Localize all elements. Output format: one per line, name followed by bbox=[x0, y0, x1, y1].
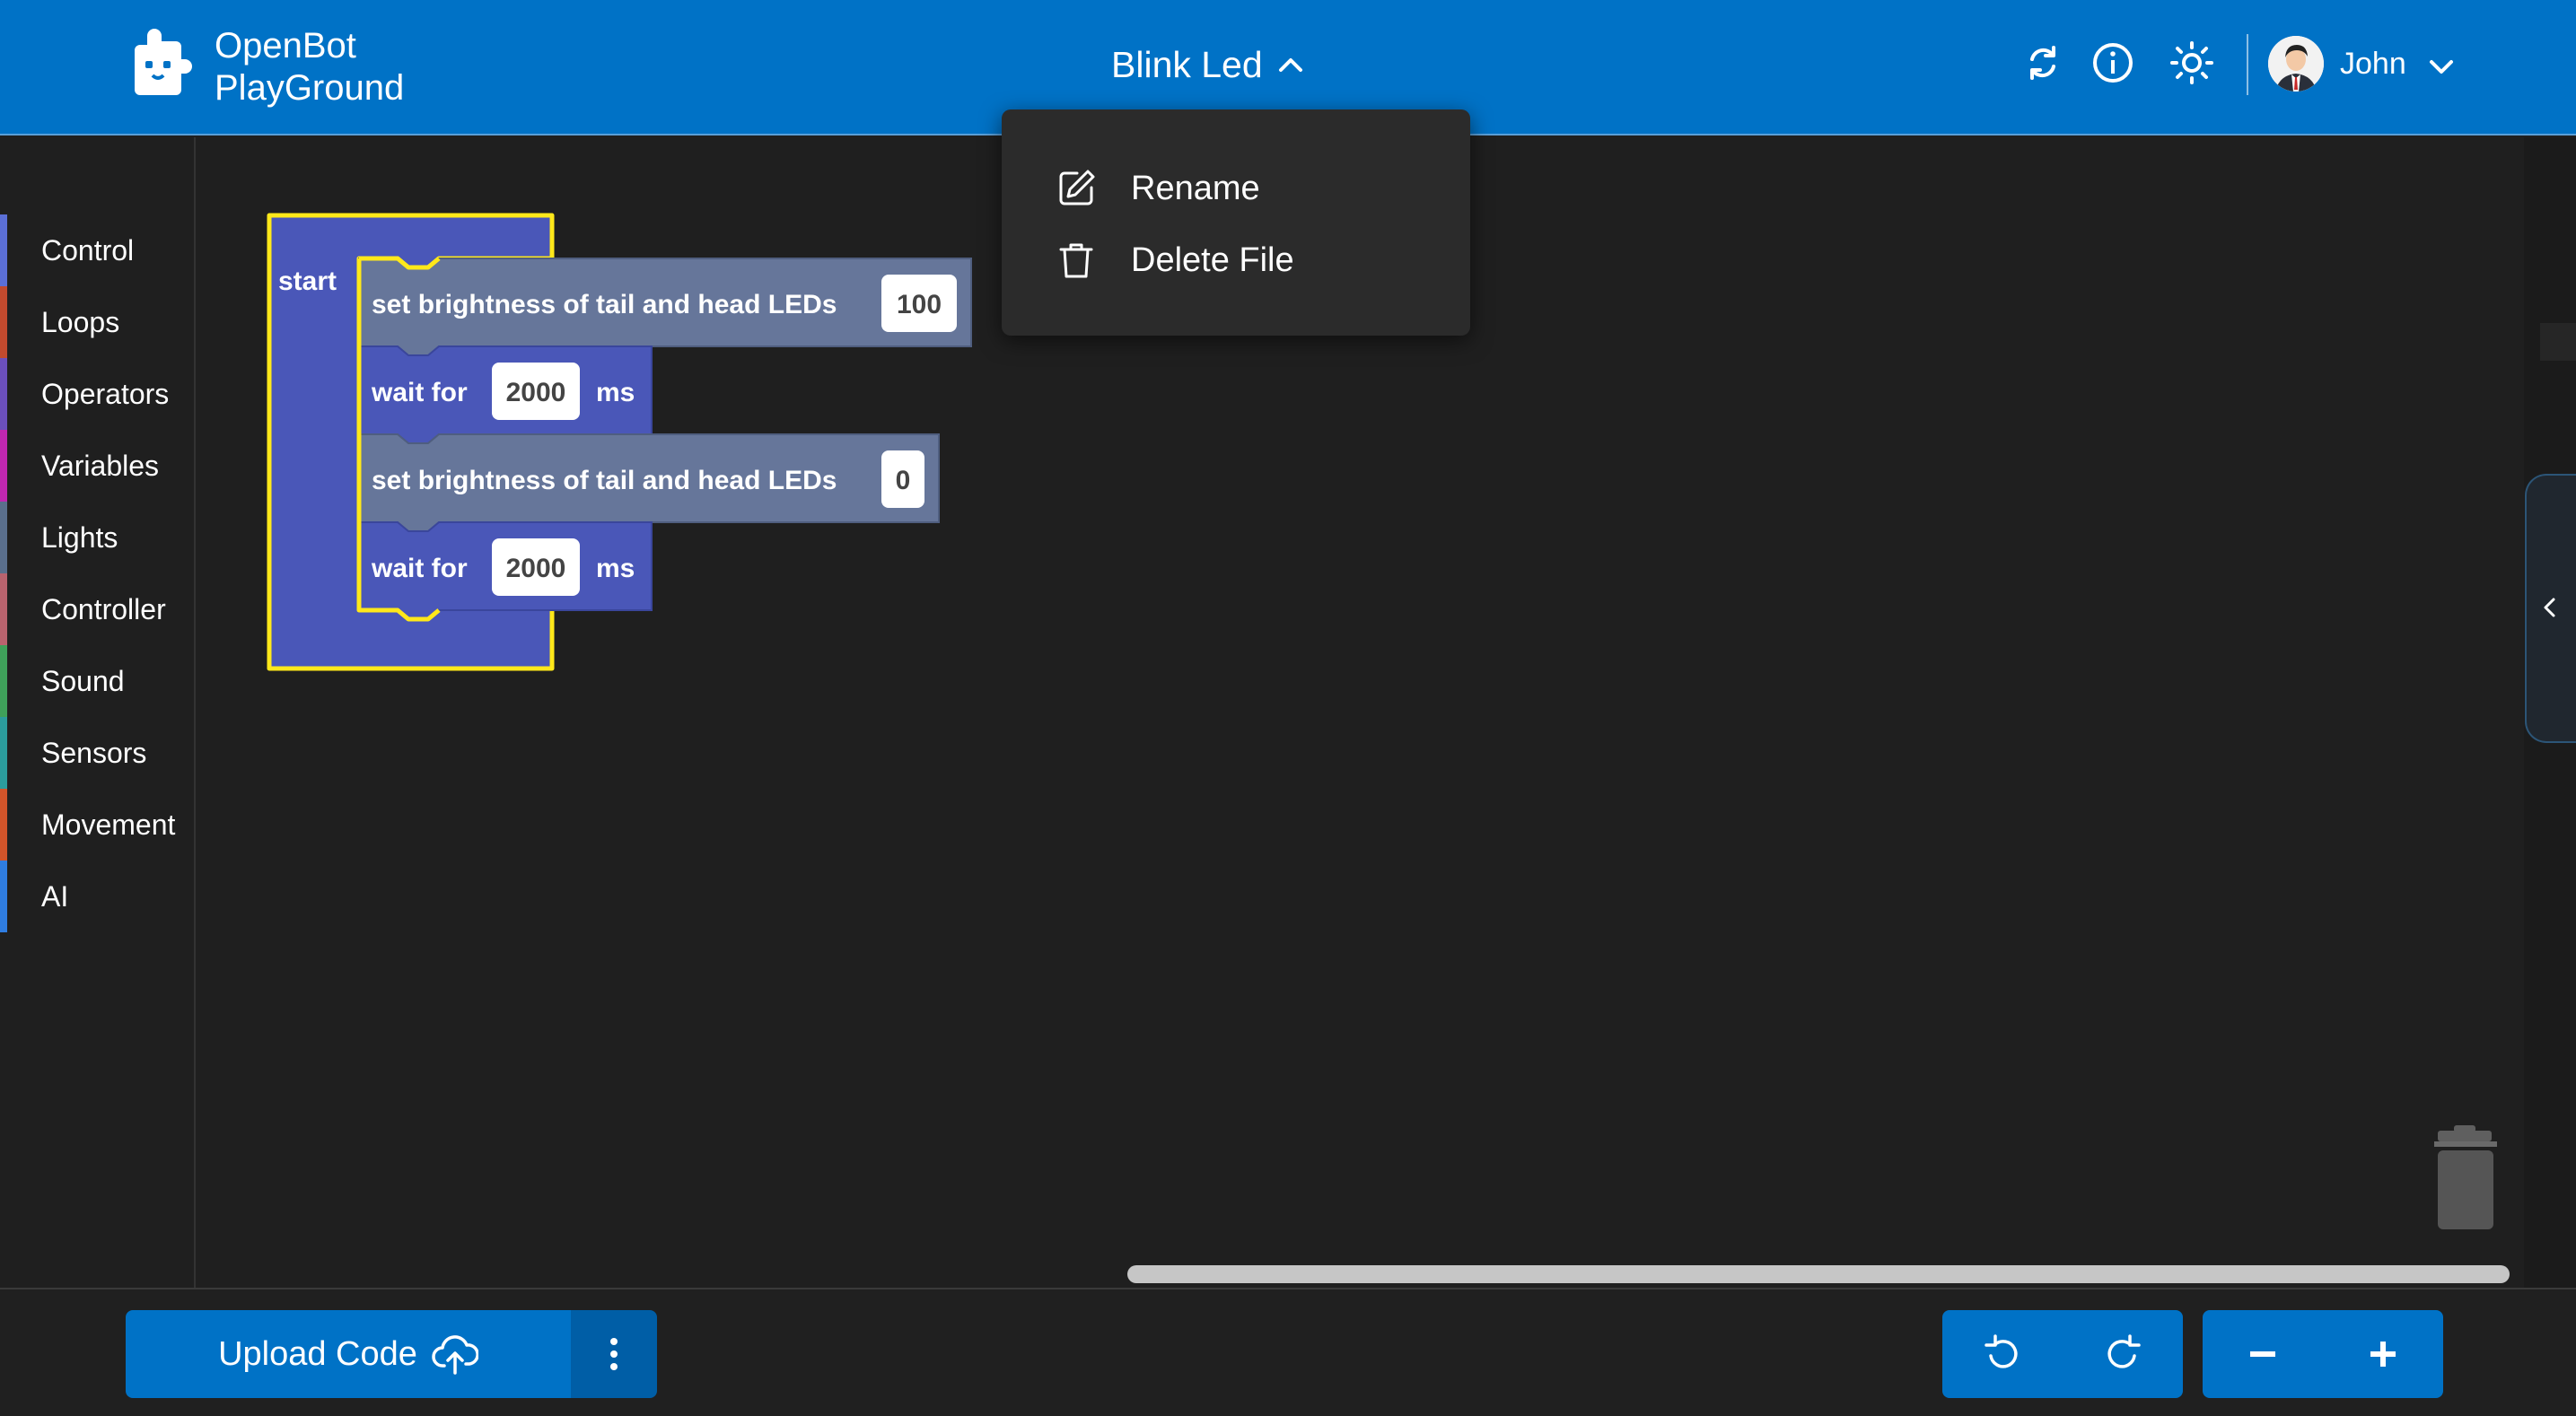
brand-line-2: PlayGround bbox=[215, 68, 405, 108]
wait-label: wait for bbox=[371, 554, 468, 583]
redo-icon bbox=[2107, 1334, 2141, 1368]
category-sensors[interactable]: Sensors bbox=[0, 717, 192, 789]
category-color-bar bbox=[0, 502, 7, 573]
theme-toggle-icon[interactable] bbox=[2169, 39, 2215, 86]
category-color-bar bbox=[0, 430, 7, 502]
info-icon[interactable] bbox=[2090, 39, 2136, 86]
chevron-left-icon bbox=[2544, 598, 2555, 617]
category-label: AI bbox=[41, 880, 69, 913]
sync-icon[interactable] bbox=[2020, 39, 2066, 86]
category-color-bar bbox=[0, 214, 7, 286]
brightness-block[interactable]: set brightness of tail and head LEDs 100 bbox=[358, 258, 972, 356]
category-label: Movement bbox=[41, 809, 176, 841]
category-controller[interactable]: Controller bbox=[0, 573, 192, 645]
start-label: start bbox=[278, 267, 337, 296]
category-label: Sensors bbox=[41, 737, 147, 769]
brightness-label: set brightness of tail and head LEDs bbox=[372, 466, 837, 495]
category-color-bar bbox=[0, 573, 7, 645]
category-label: Loops bbox=[41, 306, 120, 338]
category-label: Lights bbox=[41, 521, 118, 554]
category-label: Variables bbox=[41, 450, 160, 482]
wait-block[interactable]: wait for 2000 ms bbox=[358, 345, 653, 444]
category-lights[interactable]: Lights bbox=[0, 502, 192, 573]
wait-label: wait for bbox=[371, 378, 468, 407]
category-variables[interactable]: Variables bbox=[0, 430, 192, 502]
rename-menu-item[interactable]: Rename bbox=[1002, 152, 1470, 223]
file-title: Blink Led bbox=[1111, 44, 1263, 85]
category-color-bar bbox=[0, 861, 7, 932]
category-label: Control bbox=[41, 234, 135, 267]
category-label: Operators bbox=[41, 378, 170, 410]
category-color-bar bbox=[0, 789, 7, 861]
category-color-bar bbox=[0, 645, 7, 717]
side-panel-toggle[interactable] bbox=[2525, 474, 2576, 743]
category-label: Sound bbox=[41, 665, 125, 697]
chevron-down-icon[interactable] bbox=[2425, 50, 2458, 83]
wait-value: 2000 bbox=[506, 554, 566, 583]
trash-icon bbox=[1059, 243, 1093, 278]
category-sound[interactable]: Sound bbox=[0, 645, 192, 717]
category-loops[interactable]: Loops bbox=[0, 286, 192, 358]
brightness-value: 0 bbox=[896, 466, 911, 495]
wait-unit: ms bbox=[596, 554, 635, 583]
more-vertical-icon bbox=[610, 1338, 618, 1370]
vertical-scrollbar[interactable] bbox=[2540, 323, 2576, 361]
category-movement[interactable]: Movement bbox=[0, 789, 192, 861]
chevron-up-icon bbox=[1278, 58, 1302, 72]
header-divider bbox=[2247, 34, 2248, 95]
cloud-upload-icon bbox=[432, 1335, 478, 1375]
user-avatar-icon bbox=[2268, 36, 2324, 92]
trash-icon[interactable] bbox=[2429, 1125, 2502, 1229]
file-options-dropdown: Rename Delete File bbox=[1002, 109, 1470, 336]
delete-file-label: Delete File bbox=[1131, 241, 1294, 279]
wait-value: 2000 bbox=[506, 378, 566, 407]
zoom-in-button[interactable] bbox=[2323, 1310, 2443, 1398]
wait-block[interactable]: wait for 2000 ms bbox=[358, 521, 653, 620]
brand-name: OpenBot PlayGround bbox=[215, 25, 404, 109]
category-color-bar bbox=[0, 358, 7, 430]
rename-label: Rename bbox=[1131, 170, 1260, 207]
edit-icon bbox=[1059, 170, 1095, 205]
undo-icon bbox=[1985, 1334, 2018, 1368]
category-ai[interactable]: AI bbox=[0, 861, 192, 932]
upload-options-button[interactable] bbox=[571, 1310, 657, 1398]
horizontal-scrollbar[interactable] bbox=[1127, 1265, 2510, 1283]
redo-button[interactable] bbox=[2063, 1310, 2183, 1398]
category-operators[interactable]: Operators bbox=[0, 358, 192, 430]
category-sidebar: Control Loops Operators Variables Lights… bbox=[0, 137, 196, 1288]
brightness-value: 100 bbox=[897, 290, 942, 319]
upload-code-button[interactable]: Upload Code bbox=[126, 1310, 571, 1398]
logo-icon bbox=[135, 29, 192, 95]
brightness-label: set brightness of tail and head LEDs bbox=[372, 290, 837, 319]
category-color-bar bbox=[0, 717, 7, 789]
file-title-menu[interactable]: Blink Led bbox=[1111, 41, 1306, 88]
category-label: Controller bbox=[41, 593, 166, 625]
zoom-out-button[interactable] bbox=[2203, 1310, 2325, 1398]
upload-code-label: Upload Code bbox=[218, 1334, 417, 1373]
zoom-in-icon bbox=[2370, 1342, 2396, 1367]
delete-file-menu-item[interactable]: Delete File bbox=[1002, 223, 1470, 295]
category-color-bar bbox=[0, 286, 7, 358]
zoom-out-icon bbox=[2250, 1351, 2275, 1357]
category-control[interactable]: Control bbox=[0, 214, 192, 286]
brightness-block[interactable]: set brightness of tail and head LEDs 0 bbox=[358, 433, 940, 532]
brand-line-1: OpenBot bbox=[215, 26, 356, 66]
wait-unit: ms bbox=[596, 378, 635, 407]
user-name[interactable]: John bbox=[2340, 45, 2406, 83]
avatar[interactable] bbox=[2268, 36, 2324, 92]
undo-button[interactable] bbox=[1942, 1310, 2064, 1398]
